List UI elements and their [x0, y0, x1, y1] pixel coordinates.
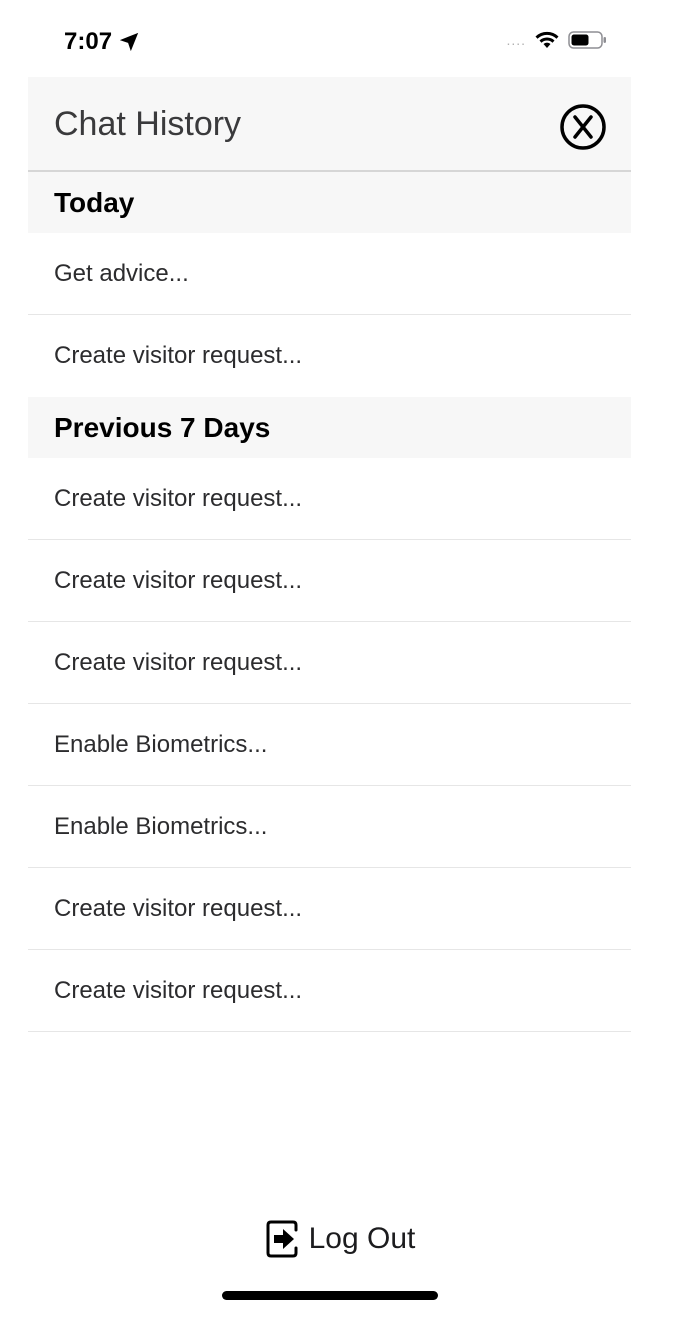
chat-item[interactable]: Create visitor request... — [28, 950, 631, 1032]
chat-item-label: Get advice... — [54, 259, 189, 287]
chat-item-label: Create visitor request... — [54, 342, 303, 369]
logout-button[interactable]: Log Out — [0, 1218, 680, 1260]
chat-history-panel: Chat History Today Get advice... Create … — [28, 77, 631, 1336]
section-header-today: Today — [28, 172, 631, 233]
section-title: Today — [54, 186, 135, 218]
panel-header: Chat History — [28, 77, 631, 172]
close-button[interactable] — [559, 103, 607, 151]
section-header-previous-7-days: Previous 7 Days — [28, 397, 631, 458]
close-circle-icon — [560, 104, 606, 150]
chat-item-label: Create visitor request... — [54, 484, 303, 512]
wifi-icon — [535, 31, 559, 48]
location-arrow-icon — [119, 32, 139, 52]
chat-item[interactable]: Create visitor request... — [28, 540, 631, 622]
battery-icon — [568, 31, 606, 49]
status-time: 7:07 — [64, 28, 113, 55]
chat-item-label: Create visitor request... — [54, 566, 303, 594]
chat-item-label: Create visitor request... — [54, 648, 303, 676]
home-indicator — [222, 1291, 438, 1300]
status-time-group: 7:07 — [64, 28, 140, 56]
screen: 7:07 .... Chat History Today Get advice.… — [0, 0, 680, 1336]
chat-item-label: Create visitor request... — [54, 976, 303, 1004]
logout-label: Log Out — [308, 1222, 416, 1255]
chat-item[interactable]: Create visitor request... — [28, 868, 631, 950]
page-title: Chat History — [54, 105, 242, 143]
status-icons: .... — [506, 30, 608, 50]
section-title: Previous 7 Days — [54, 411, 271, 443]
chat-item-label: Enable Biometrics... — [54, 730, 268, 758]
chat-item-label: Create visitor request... — [54, 894, 303, 922]
chat-item[interactable]: Create visitor request... — [28, 622, 631, 704]
chat-item-label: Enable Biometrics... — [54, 812, 268, 840]
chat-item[interactable]: Enable Biometrics... — [28, 786, 631, 868]
chat-item[interactable]: Enable Biometrics... — [28, 704, 631, 786]
status-bar: 7:07 .... — [0, 0, 680, 78]
chat-item[interactable]: Create visitor request... — [28, 315, 631, 397]
chat-item[interactable]: Get advice... — [28, 233, 631, 315]
chat-item[interactable]: Create visitor request... — [28, 458, 631, 540]
signal-icon: .... — [506, 32, 526, 48]
logout-icon — [266, 1220, 298, 1258]
